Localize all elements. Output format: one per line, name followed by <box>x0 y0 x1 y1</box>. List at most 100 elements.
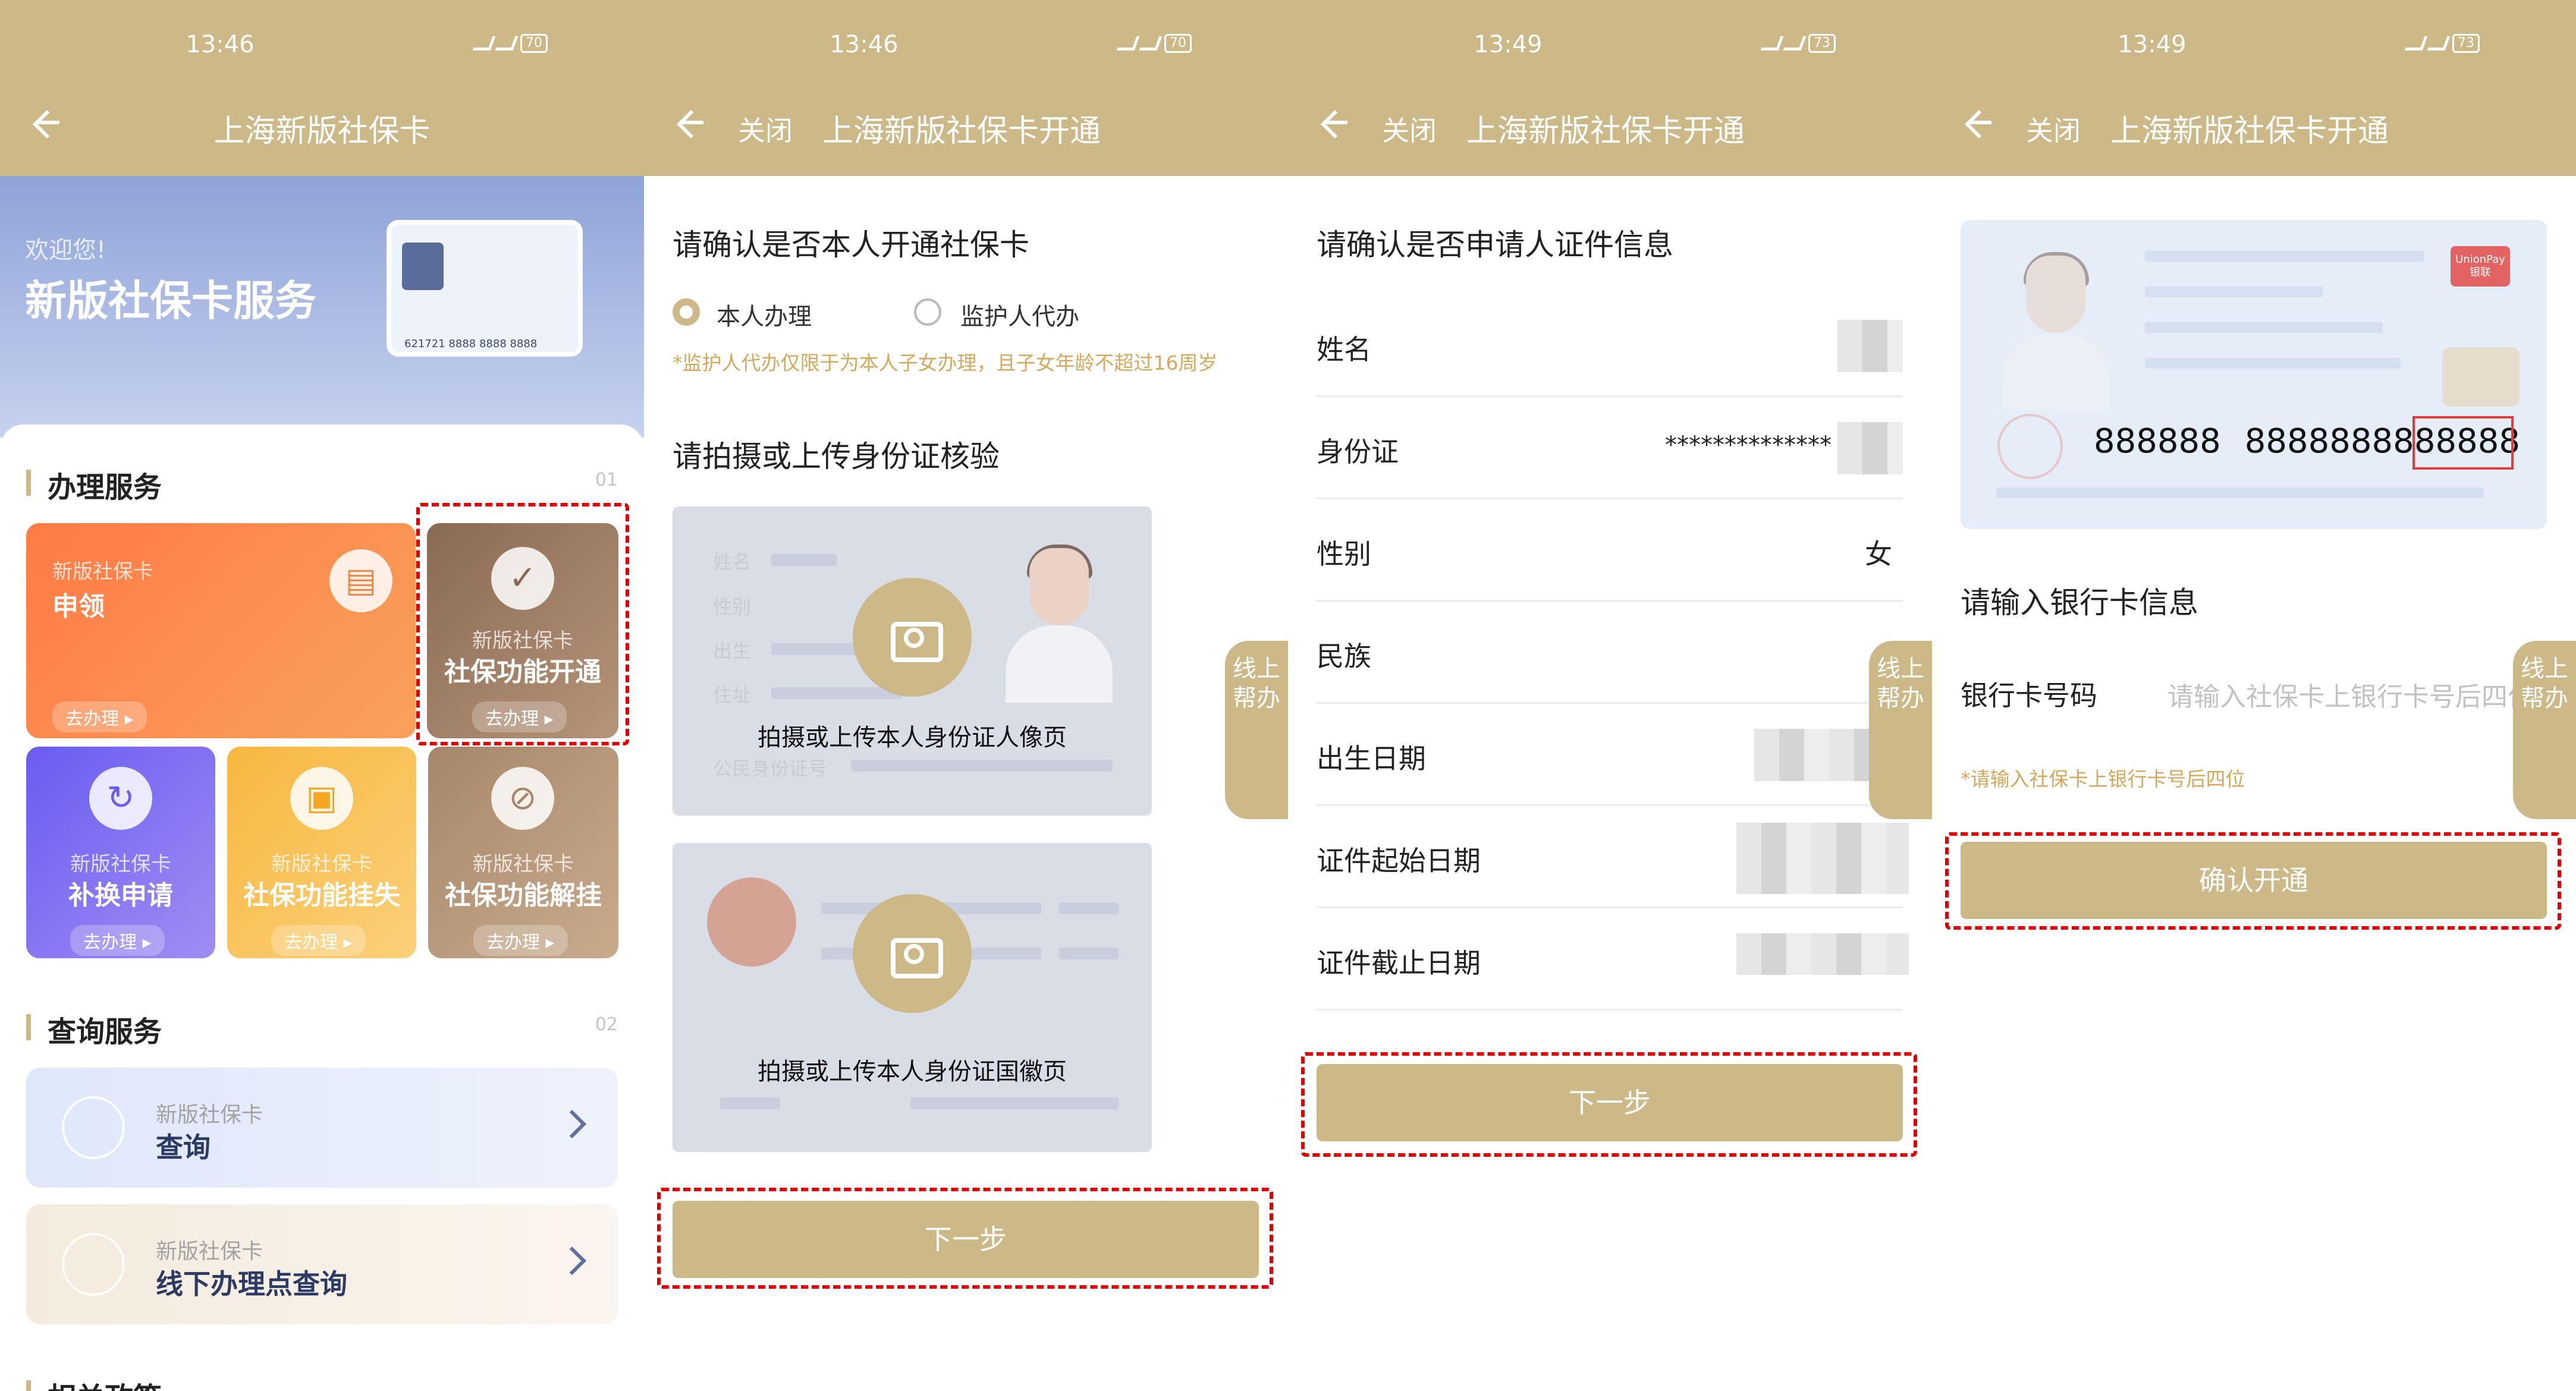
battery-icon: 70 <box>520 34 548 53</box>
card-line <box>2145 251 2424 262</box>
upload-heading: 请拍摄或上传身份证核验 <box>673 439 1000 474</box>
ghost-line <box>910 1097 1119 1109</box>
redacted-value <box>1736 823 1909 894</box>
unlink-icon: ⊘ <box>491 767 554 830</box>
screen-4-bank-card: 13:49 73 关闭 上海新版社保卡开通 UnionPay 银联 888888… <box>1932 0 2576 1391</box>
face-shape <box>1029 548 1089 625</box>
signal-icon <box>1760 36 1784 51</box>
location-pin-icon <box>62 1233 125 1296</box>
ghost-field: 出生 <box>713 640 752 662</box>
status-icons: 70 <box>472 33 630 54</box>
status-icons: 73 <box>1760 33 1918 54</box>
page-title: 上海新版社保卡开通 <box>1466 114 1745 149</box>
header-bar: 13:49 73 关闭 上海新版社保卡开通 <box>1932 0 2576 176</box>
section-title-query: 查询服务 <box>26 1008 162 1050</box>
camera-icon[interactable] <box>853 578 972 697</box>
signal-icon <box>1139 36 1163 51</box>
tile-go-button[interactable]: 去办理 ▸ <box>271 925 366 956</box>
tile-go-button[interactable]: 去办理 ▸ <box>473 925 568 956</box>
query-row[interactable]: 新版社保卡 线下办理点查询 <box>26 1204 618 1324</box>
tile-report-loss[interactable]: ▣ 新版社保卡 社保功能挂失 去办理 ▸ <box>227 747 416 958</box>
online-help-tab[interactable]: 线上帮办 <box>1869 641 1932 819</box>
portrait-illustration <box>1006 545 1113 703</box>
body-shape <box>2002 333 2109 410</box>
tile-go-button[interactable]: 去办理 ▸ <box>52 701 147 732</box>
question-heading: 请确认是否本人开通社保卡 <box>673 228 1029 262</box>
back-arrow-icon[interactable] <box>1964 109 1991 136</box>
field-row-end-date: 证件截止日期 <box>1317 908 1909 1011</box>
field-label: 身份证 <box>1317 436 1399 468</box>
query-row[interactable]: 新版社保卡 查询 <box>26 1068 618 1188</box>
card-number-part: 888888888 <box>2244 422 2436 461</box>
highlight-box <box>657 1188 1273 1289</box>
back-arrow-icon[interactable] <box>1320 109 1347 136</box>
radio-guardian-label: 监护人代办 <box>960 303 1079 331</box>
signal-icon <box>1783 36 1807 51</box>
highlight-box <box>1301 1052 1917 1157</box>
radio-self[interactable] <box>673 298 700 326</box>
highlight-box <box>1945 832 2561 930</box>
card-lock-icon: ▣ <box>290 767 353 830</box>
close-link[interactable]: 关闭 <box>738 109 793 149</box>
section-number: 01 <box>595 470 618 490</box>
battery-icon: 73 <box>1808 34 1836 53</box>
page-title: 上海新版社保卡开通 <box>822 114 1101 149</box>
tile-go-button[interactable]: 去办理 ▸ <box>70 925 165 956</box>
section-title-services: 办理服务 <box>26 464 162 505</box>
close-link[interactable]: 关闭 <box>1382 109 1437 149</box>
card-line <box>2145 287 2323 297</box>
ghost-line <box>771 554 837 566</box>
field-value: ************** <box>1665 432 1832 459</box>
query-name: 查询 <box>156 1131 211 1163</box>
field-row-name: 姓名 <box>1317 295 1903 397</box>
redacted-value <box>1837 320 1903 372</box>
ghost-field: 住址 <box>713 684 752 706</box>
last-four-highlight <box>2412 416 2514 470</box>
upload-portrait-side[interactable]: 姓名 性别 出生 住址 公民身份证号 拍摄或上传本人身份证人像页 <box>673 506 1152 816</box>
battery-icon: 73 <box>2452 34 2480 53</box>
status-time: 13:49 <box>2118 31 2187 58</box>
field-value: 女 <box>1865 538 1892 570</box>
field-label: 证件截止日期 <box>1317 947 1481 979</box>
section-number: 02 <box>595 1014 618 1035</box>
unionpay-logo: UnionPay 银联 <box>2451 246 2510 287</box>
upload-emblem-side[interactable]: 拍摄或上传本人身份证国徽页 <box>673 843 1152 1152</box>
redacted-value <box>1736 933 1909 975</box>
field-row-id: 身份证 ************** <box>1317 397 1903 499</box>
signal-icon <box>1116 36 1140 51</box>
back-arrow-icon[interactable] <box>676 109 703 136</box>
radio-self-label: 本人办理 <box>717 303 812 331</box>
card-line <box>1996 487 2484 498</box>
screen-2-identity-upload: 13:46 70 关闭 上海新版社保卡开通 请确认是否本人开通社保卡 本人办理 … <box>644 0 1288 1391</box>
query-subtitle: 新版社保卡 <box>156 1103 263 1127</box>
online-help-tab[interactable]: 线上帮办 <box>2513 641 2576 819</box>
signal-icon <box>495 36 519 51</box>
bank-card-illustration: UnionPay 银联 888888 8888888888888 <box>1961 220 2547 529</box>
tile-name: 补换申请 <box>68 880 173 911</box>
screen-1-home: 13:46 70 上海新版社保卡 欢迎您! 新版社保卡服务 621721 888… <box>0 0 644 1391</box>
tile-apply[interactable]: 新版社保卡 申领 ▤ 去办理 ▸ <box>26 523 416 738</box>
screen-3-confirm-info: 13:49 73 关闭 上海新版社保卡开通 请确认是否申请人证件信息 姓名 身份… <box>1288 0 1932 1391</box>
refresh-icon: ↻ <box>89 767 152 830</box>
close-link[interactable]: 关闭 <box>2026 109 2081 149</box>
ghost-line <box>1059 902 1119 914</box>
field-label: 出生日期 <box>1317 742 1426 775</box>
ghost-line <box>720 1097 780 1109</box>
radio-guardian[interactable] <box>914 298 941 326</box>
tile-unfreeze[interactable]: ⊘ 新版社保卡 社保功能解挂 去办理 ▸ <box>428 747 618 958</box>
face-shape <box>2026 256 2085 333</box>
bank-card-input[interactable]: 请输入社保卡上银行卡号后四位 <box>2167 675 2534 713</box>
clipboard-icon: ▤ <box>329 549 392 612</box>
status-time: 13:49 <box>1474 31 1543 58</box>
online-help-tab[interactable]: 线上帮办 <box>1225 641 1288 819</box>
body-shape <box>1006 625 1113 703</box>
upload-label: 拍摄或上传本人身份证国徽页 <box>758 1058 1067 1085</box>
signal-icon <box>2427 36 2451 51</box>
bank-heading: 请输入银行卡信息 <box>1961 586 2198 620</box>
battery-icon: 70 <box>1164 34 1192 53</box>
query-subtitle: 新版社保卡 <box>156 1239 263 1264</box>
header-bar: 13:46 70 上海新版社保卡 <box>0 0 644 176</box>
field-label: 民族 <box>1317 640 1371 672</box>
camera-icon[interactable] <box>853 894 972 1013</box>
tile-replace[interactable]: ↻ 新版社保卡 补换申请 去办理 ▸ <box>26 747 215 958</box>
